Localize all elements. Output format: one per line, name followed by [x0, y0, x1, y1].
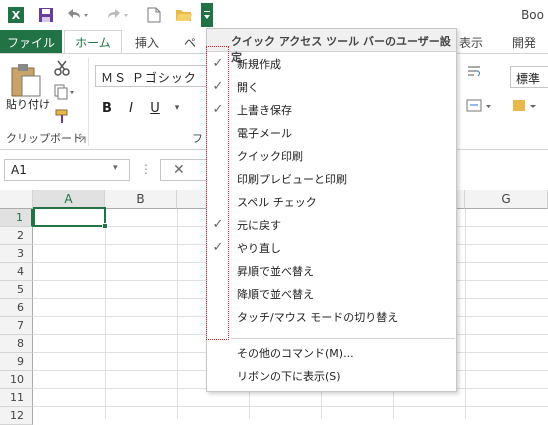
currency-format-icon[interactable] [512, 98, 542, 114]
underline-dropdown-icon[interactable]: ▾ [168, 98, 186, 118]
menu-item-save[interactable]: ✓ 上書き保存 [207, 98, 456, 121]
cut-icon[interactable] [54, 60, 70, 76]
tab-view[interactable]: 表示 [455, 30, 487, 54]
menu-item-undo[interactable]: ✓ 元に戻す [207, 213, 456, 236]
menu-item-new[interactable]: ✓ 新規作成 [207, 52, 456, 75]
column-header[interactable]: G [465, 190, 548, 209]
row-header[interactable]: 3 [0, 245, 33, 263]
menu-item-label: タッチ/マウス モードの切り替え [237, 310, 399, 324]
menu-item-show-below-ribbon[interactable]: リボンの下に表示(S) [207, 364, 456, 387]
row-header[interactable]: 11 [0, 389, 33, 407]
menu-item-label: 昇順で並べ替え [237, 264, 314, 278]
group-divider [88, 58, 89, 146]
menu-item-label: 降順で並べ替え [237, 287, 314, 301]
menu-item-spell-check[interactable]: スペル チェック [207, 190, 456, 213]
font-group-label: フ [192, 132, 203, 145]
name-box[interactable]: A1 [4, 159, 130, 181]
number-format-field[interactable]: 標準 [510, 66, 548, 88]
row-header[interactable]: 8 [0, 335, 33, 353]
row-header[interactable]: 5 [0, 281, 33, 299]
format-painter-icon[interactable] [54, 108, 70, 124]
menu-item-label: リボンの下に表示(S) [237, 369, 341, 383]
menu-separator [231, 338, 455, 339]
clipboard-group-label: クリップボード [6, 132, 83, 145]
tab-page-layout[interactable]: ペ [176, 30, 204, 54]
open-folder-icon[interactable] [174, 4, 194, 26]
menu-item-more-commands[interactable]: その他のコマンド(M)... [207, 341, 456, 364]
row-header[interactable]: 1 [0, 209, 33, 227]
menu-item-label: 印刷プレビューと印刷 [237, 172, 347, 186]
save-icon[interactable] [36, 4, 56, 26]
row-header[interactable]: 12 [0, 407, 33, 425]
column-header[interactable]: B [105, 190, 177, 209]
italic-button[interactable]: I [122, 98, 140, 118]
menu-item-touch-mouse-mode[interactable]: タッチ/マウス モードの切り替え [207, 305, 456, 328]
qat-customize-icon[interactable] [201, 3, 213, 27]
grid-line [177, 209, 178, 419]
new-document-icon[interactable] [144, 4, 164, 26]
qat-customize-menu: クイック アクセス ツール バーのユーザー設定 ✓ 新規作成 ✓ 開く ✓ 上書… [206, 28, 457, 392]
menu-item-label: 開く [237, 80, 259, 94]
highlight-annotation-box [206, 46, 229, 340]
bold-button[interactable]: B [98, 98, 116, 118]
menu-item-label: やり直し [237, 241, 281, 255]
menu-item-label: その他のコマンド(M)... [237, 346, 354, 360]
tab-developer[interactable]: 開発 [507, 30, 541, 54]
select-all-corner[interactable] [0, 190, 33, 209]
underline-button[interactable]: U [146, 98, 164, 118]
menu-title: クイック アクセス ツール バーのユーザー設定 [207, 29, 456, 64]
active-cell[interactable] [33, 207, 106, 227]
row-header[interactable]: 4 [0, 263, 33, 281]
row-header[interactable]: 9 [0, 353, 33, 371]
cancel-icon: ✕ [173, 162, 185, 178]
menu-item-redo[interactable]: ✓ やり直し [207, 236, 456, 259]
menu-item-print-preview[interactable]: 印刷プレビューと印刷 [207, 167, 456, 190]
clipboard-launcher-icon[interactable] [78, 134, 86, 143]
menu-item-sort-ascending[interactable]: 昇順で並べ替え [207, 259, 456, 282]
menu-item-label: クイック印刷 [237, 149, 303, 163]
grid-line [33, 406, 548, 407]
menu-item-open[interactable]: ✓ 開く [207, 75, 456, 98]
paste-label: 貼り付け [6, 98, 50, 111]
wrap-text-icon[interactable] [466, 64, 482, 80]
undo-icon[interactable] [62, 4, 92, 26]
menu-item-email[interactable]: 電子メール [207, 121, 456, 144]
tab-insert[interactable]: 挿入 [124, 30, 170, 54]
document-title: Boo [521, 8, 544, 22]
tab-home[interactable]: ホーム [64, 30, 122, 54]
fill-handle[interactable] [102, 223, 108, 229]
menu-item-label: スペル チェック [237, 195, 317, 209]
row-header[interactable]: 6 [0, 299, 33, 317]
menu-item-sort-descending[interactable]: 降順で並べ替え [207, 282, 456, 305]
title-bar: X Boo [0, 0, 548, 30]
menu-item-label: 電子メール [237, 126, 292, 140]
grid-line [465, 209, 466, 419]
excel-logo-icon: X [6, 4, 26, 26]
clipboard-icon [11, 64, 41, 97]
row-header[interactable]: 2 [0, 227, 33, 245]
menu-item-quick-print[interactable]: クイック印刷 [207, 144, 456, 167]
tab-file[interactable]: ファイル [0, 30, 62, 54]
merge-center-icon[interactable] [466, 98, 494, 114]
formula-cancel-button[interactable]: ✕ [160, 159, 210, 181]
menu-item-label: 上書き保存 [237, 103, 292, 117]
row-header[interactable]: 7 [0, 317, 33, 335]
grid-line [105, 209, 106, 419]
svg-text:X: X [12, 9, 21, 22]
row-header[interactable]: 10 [0, 371, 33, 389]
menu-item-label: 新規作成 [237, 57, 281, 71]
menu-item-label: 元に戻す [237, 218, 281, 232]
copy-icon[interactable] [54, 84, 78, 100]
font-name-field[interactable]: ＭＳ Ｐゴシック [95, 65, 210, 87]
formula-bar-more-icon[interactable]: ⋮ [140, 162, 152, 176]
name-box-dropdown-icon[interactable]: ▾ [113, 163, 118, 173]
redo-icon[interactable] [102, 4, 132, 26]
